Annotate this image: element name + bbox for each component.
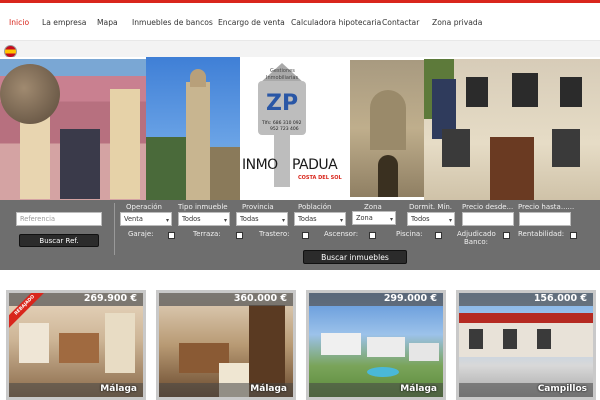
label-precio-hasta: Precio hasta......: [518, 203, 575, 211]
checkbox-rentabilidad[interactable]: [570, 232, 577, 239]
chevron-down-icon: ▾: [389, 216, 393, 223]
label-precio-desde: Precio desde...: [462, 203, 514, 211]
label-banco: Banco:: [464, 238, 489, 246]
listing-city: Campillos: [537, 384, 587, 394]
listing-city: Málaga: [100, 384, 137, 394]
label-trastero: Trastero:: [259, 230, 290, 238]
chevron-down-icon: ▾: [339, 217, 343, 224]
listing-price: 156.000 €: [533, 293, 587, 304]
listing-price: 299.000 €: [383, 293, 437, 304]
logo-brand-line2: Inmobiliarias: [266, 75, 299, 81]
select-poblacion[interactable]: Todas ▾: [294, 212, 346, 226]
label-poblacion: Población: [298, 203, 332, 211]
label-tipo-inmueble: Tipo inmueble: [178, 203, 228, 211]
nav-item-inmuebles-bancos[interactable]: Inmuebles de bancos: [132, 18, 213, 27]
select-tipo-inmueble-value: Todos: [182, 215, 201, 223]
label-operacion: Operación: [126, 203, 162, 211]
banner-photo-white-house: [424, 59, 600, 200]
label-ascensor: Ascensor:: [324, 230, 359, 238]
logo-name-left: INMO: [242, 157, 278, 173]
select-zona-value: Zona: [356, 214, 373, 222]
checkbox-piscina[interactable]: [435, 232, 442, 239]
listing-city: Málaga: [250, 384, 287, 394]
listing-card[interactable]: 156.000 € Campillos: [456, 290, 596, 400]
listing-card[interactable]: 360.000 € Málaga: [156, 290, 296, 400]
label-zona: Zona: [364, 203, 382, 211]
select-operacion[interactable]: Venta ▾: [120, 212, 172, 226]
checkbox-ascensor[interactable]: [369, 232, 376, 239]
nav-item-la-empresa[interactable]: La empresa: [42, 18, 86, 27]
checkbox-terraza[interactable]: [236, 232, 243, 239]
checkbox-trastero[interactable]: [302, 232, 309, 239]
banner-photo-pink-building: [0, 59, 150, 200]
select-dormitorios-value: Todos: [411, 215, 430, 223]
logo-phone1: Tlfs: 686 310 092: [262, 121, 302, 126]
logo-region: COSTA DEL SOL: [298, 175, 342, 181]
listing-card[interactable]: REBAJADO 269.900 € Málaga: [6, 290, 146, 400]
select-provincia[interactable]: Todas ▾: [236, 212, 288, 226]
logo-name-right: PADUA: [292, 157, 338, 173]
header-banner: Gestiones Inmobiliarias ZP Tlfs: 686 310…: [0, 57, 600, 200]
checkbox-adjudicado-banco[interactable]: [503, 232, 510, 239]
chevron-down-icon: ▾: [223, 217, 227, 224]
logo-brand-line1: Gestiones: [270, 68, 295, 74]
nav-item-inicio[interactable]: Inicio: [9, 18, 29, 27]
label-rentabilidad: Rentabilidad:: [518, 230, 565, 238]
label-terraza: Terraza:: [193, 230, 221, 238]
banner-photo-cathedral-facade: [350, 60, 426, 197]
logo-initials: ZP: [266, 91, 299, 116]
nav-item-mapa[interactable]: Mapa: [97, 18, 118, 27]
listing-price: 360.000 €: [233, 293, 287, 304]
listing-price: 269.900 €: [83, 293, 137, 304]
listing-city: Málaga: [400, 384, 437, 394]
checkbox-garaje[interactable]: [168, 232, 175, 239]
chevron-down-icon: ▾: [165, 217, 169, 224]
select-tipo-inmueble[interactable]: Todos ▾: [178, 212, 230, 226]
search-properties-button[interactable]: Buscar inmuebles: [303, 250, 407, 264]
label-adjudicado: Adjudicado: [457, 230, 496, 238]
company-logo: Gestiones Inmobiliarias ZP Tlfs: 686 310…: [240, 57, 350, 200]
price-to-input[interactable]: [519, 212, 571, 226]
search-divider: [114, 203, 115, 255]
nav-item-zona-privada[interactable]: Zona privada: [432, 18, 482, 27]
select-provincia-value: Todas: [240, 215, 259, 223]
logo-phone2: 952 723 406: [270, 127, 299, 132]
search-reference-button[interactable]: Buscar Ref.: [19, 234, 99, 247]
banner-photo-cathedral-tower: [146, 57, 242, 200]
label-piscina: Piscina:: [396, 230, 423, 238]
chevron-down-icon: ▾: [281, 217, 285, 224]
select-poblacion-value: Todas: [298, 215, 317, 223]
reference-input[interactable]: Referencia: [16, 212, 102, 226]
select-operacion-value: Venta: [124, 215, 143, 223]
chevron-down-icon: ▾: [448, 217, 452, 224]
nav-item-encargo-venta[interactable]: Encargo de venta: [218, 18, 285, 27]
label-provincia: Provincia: [242, 203, 274, 211]
price-from-input[interactable]: [462, 212, 514, 226]
nav-item-contactar[interactable]: Contactar: [382, 18, 419, 27]
listing-card[interactable]: 299.000 € Málaga: [306, 290, 446, 400]
select-zona[interactable]: Zona ▾: [352, 211, 396, 225]
nav-item-calculadora[interactable]: Calculadora hipotecaria: [291, 18, 381, 27]
label-garaje: Garaje:: [128, 230, 154, 238]
main-nav: Inicio La empresa Mapa Inmuebles de banc…: [0, 3, 600, 41]
label-dormitorios: Dormit. Mín.: [409, 203, 453, 211]
select-dormitorios[interactable]: Todos ▾: [407, 212, 455, 226]
